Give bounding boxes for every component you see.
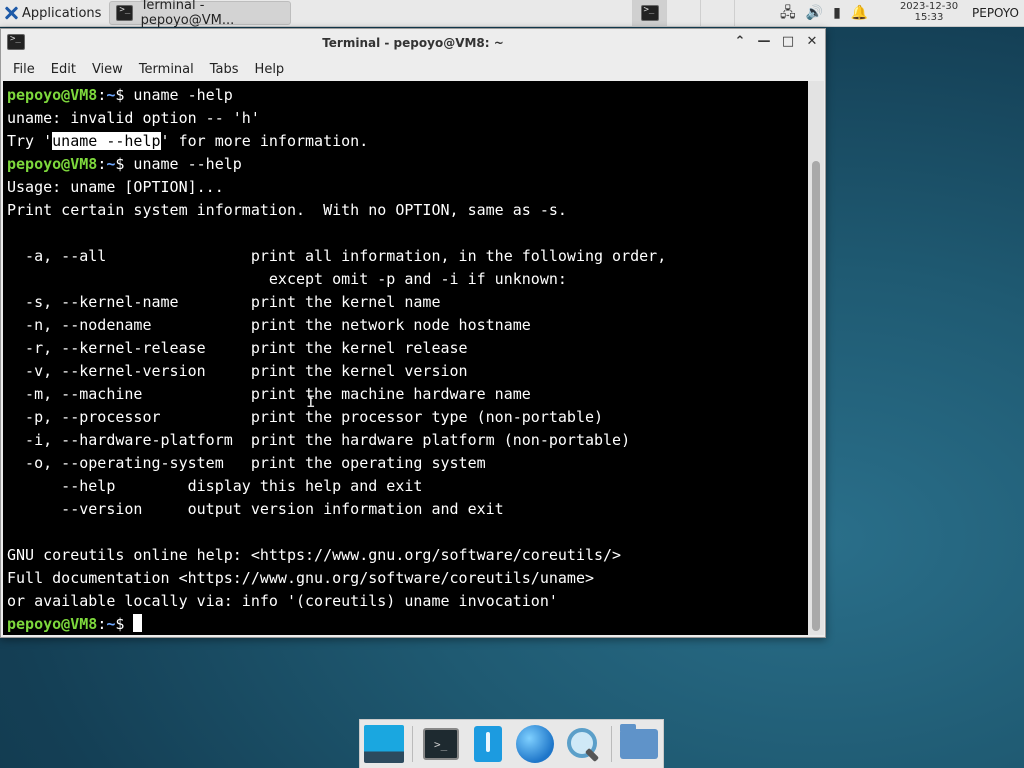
xfce-logo-icon [4,6,18,20]
app-finder-launcher[interactable] [563,723,602,765]
terminal-output[interactable]: pepoyo@VM8:~$ uname -help uname: invalid… [3,81,808,635]
terminal-icon: >_ [422,728,459,760]
terminal-icon [640,5,659,21]
terminal-line: -n, --nodename print the network node ho… [7,316,531,334]
window-titlebar[interactable]: Terminal - pepoyo@VM8: ~ ⌃ — □ ✕ [1,29,825,57]
file-manager-launcher[interactable] [468,723,507,765]
terminal-line: uname: invalid option -- 'h' [7,109,260,127]
terminal-line: --help display this help and exit [7,477,423,495]
folder-icon [620,724,659,759]
terminal-window: Terminal - pepoyo@VM8: ~ ⌃ — □ ✕ File Ed… [0,28,826,638]
prompt-path: ~ [106,155,116,173]
desktop-icon [364,725,404,763]
terminal-line: -m, --machine print the machine hardware… [7,385,531,403]
prompt-user: pepoyo@VM8 [7,86,98,104]
terminal-line: Try 'uname --help' for more information. [7,130,808,153]
taskbar-title: Terminal - pepoyo@VM... [140,0,235,28]
terminal-line: pepoyo@VM8:~$ uname -help [7,86,233,104]
network-icon[interactable]: 🖧 [780,0,796,26]
workspace-3[interactable] [700,0,734,26]
magnifier-icon [565,726,601,762]
terminal-line: GNU coreutils online help: <https://www.… [7,546,622,564]
workspace-switcher [632,0,768,26]
terminal-line: -p, --processor print the processor type… [7,408,604,426]
notification-bell-icon[interactable]: 🔔 [851,0,868,26]
terminal-line: pepoyo@VM8:~$ uname --help [7,155,242,173]
terminal-line: Usage: uname [OPTION]... [7,178,224,196]
terminal-line: -o, --operating-system print the operati… [7,454,486,472]
selected-text: uname --help [52,132,161,150]
terminal-line: or available locally via: info '(coreuti… [7,592,558,610]
scrollbar-thumb[interactable] [812,161,820,631]
terminal-line: -a, --all print all information, in the … [7,247,667,265]
shade-icon[interactable]: ⌃ [731,33,749,51]
applications-menu-button[interactable]: Applications [0,0,107,26]
text-segment: ' for more information. [160,132,369,150]
terminal-line: pepoyo@VM8:~$ [7,613,808,635]
menu-help[interactable]: Help [247,62,293,77]
dock-separator [412,726,413,762]
clock[interactable]: 2023-12-30 15:33 [894,1,964,23]
prompt-path: ~ [106,615,116,633]
minimize-icon[interactable]: — [755,33,773,51]
terminal-line: --version output version information and… [7,500,504,518]
taskbar-terminal-button[interactable]: Terminal - pepoyo@VM... [109,0,292,28]
home-folder-launcher[interactable] [620,723,659,765]
menu-edit[interactable]: Edit [43,62,84,77]
workspace-1[interactable] [632,0,666,26]
dock-separator [610,726,612,762]
maximize-icon[interactable]: □ [779,33,797,51]
volume-icon[interactable]: 🔊 [806,0,823,26]
terminal-icon[interactable] [7,34,25,50]
prompt-path: ~ [106,86,116,104]
window-title: Terminal - pepoyo@VM8: ~ [322,36,504,50]
terminal-line: -i, --hardware-platform print the hardwa… [7,431,631,449]
text-cursor [133,614,143,632]
system-tray: 🖧 🔊 ▮ 🔔 [780,0,868,26]
menu-view[interactable]: View [84,62,131,77]
workspace-2[interactable] [666,0,700,26]
terminal-line: Full documentation <https://www.gnu.org/… [7,569,594,587]
terminal-icon [116,5,133,21]
menu-file[interactable]: File [5,62,43,77]
terminal-scrollbar[interactable] [808,81,824,635]
menu-tabs[interactable]: Tabs [202,62,247,77]
applications-label: Applications [22,5,102,21]
menubar: File Edit View Terminal Tabs Help [1,57,825,81]
clock-time: 15:33 [914,12,944,23]
clock-date: 2023-12-30 [899,1,959,12]
menu-terminal[interactable]: Terminal [131,62,202,77]
prompt-user: pepoyo@VM8 [7,615,98,633]
command-text: uname -help [124,86,233,104]
workspace-4[interactable] [734,0,768,26]
bottom-dock: >_ [359,719,664,768]
user-menu[interactable]: PEPOYO [972,0,1019,26]
terminal-line: -s, --kernel-name print the kernel name [7,293,441,311]
command-text: uname --help [124,155,242,173]
text-segment: Try ' [7,132,53,150]
web-browser-launcher[interactable] [516,723,555,765]
terminal-launcher[interactable]: >_ [421,723,460,765]
battery-icon[interactable]: ▮ [833,0,841,26]
terminal-line: Print certain system information. With n… [7,201,567,219]
file-cabinet-icon [474,726,503,762]
show-desktop-button[interactable] [364,723,404,765]
terminal-line: except omit -p and -i if unknown: [7,270,567,288]
terminal-line: -v, --kernel-version print the kernel ve… [7,362,468,380]
globe-icon [516,725,555,763]
top-panel: Applications Terminal - pepoyo@VM... 🖧 🔊… [0,0,1024,28]
close-icon[interactable]: ✕ [803,33,821,51]
prompt-user: pepoyo@VM8 [7,155,98,173]
terminal-line: -r, --kernel-release print the kernel re… [7,339,468,357]
mouse-ibeam-cursor-icon: I [306,392,316,411]
